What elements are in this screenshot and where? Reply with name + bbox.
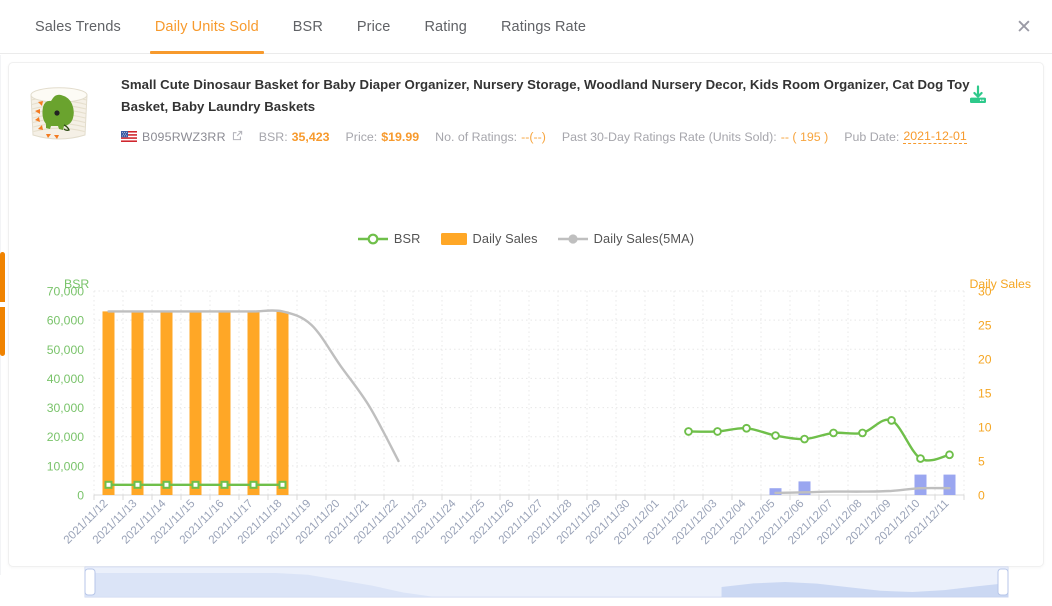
tab-daily-units-sold[interactable]: Daily Units Sold	[138, 0, 276, 54]
tab-label: Ratings Rate	[500, 19, 586, 35]
svg-text:60,000: 60,000	[47, 314, 84, 328]
chart-card: Small Cute Dinosaur Basket for Baby Diap…	[8, 62, 1044, 598]
vertical-scrollbar-thumb[interactable]	[0, 252, 5, 356]
close-icon[interactable]: ✕	[1010, 13, 1038, 41]
tab-price[interactable]: Price	[340, 0, 408, 54]
svg-text:30,000: 30,000	[47, 401, 84, 415]
legend-label: Daily Sales(5MA)	[593, 231, 695, 246]
product-header: Small Cute Dinosaur Basket for Baby Diap…	[19, 72, 997, 153]
svg-text:30: 30	[978, 285, 992, 299]
price-value: $19.99	[381, 129, 420, 144]
tab-label: Price	[356, 19, 391, 35]
tab-bsr[interactable]: BSR	[276, 0, 340, 54]
svg-text:15: 15	[978, 387, 992, 401]
legend-label: Daily Sales	[472, 231, 538, 246]
ratings-rate-value: -- ( 195 )	[780, 129, 829, 144]
product-meta-row: B095RWZ3RR BSR: 35,423 Price: $19.99 No.…	[121, 129, 997, 144]
product-thumbnail[interactable]	[19, 73, 99, 153]
svg-text:0: 0	[978, 489, 985, 503]
tab-label: BSR	[292, 19, 323, 35]
ratings-value: --(--)	[521, 129, 546, 144]
chart-legend: BSR Daily Sales Daily Sales(5MA)	[9, 231, 1043, 246]
asin-group[interactable]: B095RWZ3RR	[121, 130, 243, 144]
close-glyph: ✕	[1016, 16, 1032, 38]
external-link-icon[interactable]	[232, 130, 243, 144]
legend-bar-icon	[440, 232, 467, 246]
basket-dinosaur-image	[19, 73, 99, 153]
price-label: Price:	[345, 129, 378, 144]
pub-date-label: Pub Date:	[844, 129, 900, 144]
svg-text:5: 5	[978, 455, 985, 469]
tab-ratings-rate[interactable]: Ratings Rate	[484, 0, 603, 54]
legend-label: BSR	[393, 231, 421, 246]
legend-item-daily-sales[interactable]: Daily Sales	[440, 231, 538, 246]
pub-date-value[interactable]: 2021-12-01	[903, 129, 967, 144]
bsr-label: BSR:	[258, 129, 288, 144]
bsr-value: 35,423	[291, 129, 330, 144]
svg-text:10,000: 10,000	[47, 459, 84, 473]
svg-text:0: 0	[77, 489, 84, 503]
price-group: Price: $19.99	[346, 130, 420, 144]
bsr-group: BSR: 35,423	[259, 130, 330, 144]
tab-sales-trends[interactable]: Sales Trends	[18, 0, 138, 54]
svg-text:70,000: 70,000	[47, 285, 84, 299]
tab-label: Rating	[424, 19, 467, 35]
download-icon[interactable]	[967, 84, 989, 106]
svg-text:20: 20	[978, 353, 992, 367]
tab-list: Sales Trends Daily Units Sold BSR Price …	[0, 0, 1052, 54]
legend-line-dot-icon	[557, 233, 588, 245]
ratings-rate-label: Past 30-Day Ratings Rate (Units Sold):	[561, 129, 777, 144]
legend-item-bsr[interactable]: BSR	[357, 231, 421, 246]
svg-text:10: 10	[978, 421, 992, 435]
data-zoom-svg[interactable]	[79, 563, 1014, 601]
chart-area: BSR Daily Sales 0 10,000 20,000 30,000 40,00…	[9, 263, 1043, 563]
tab-label: Daily Units Sold	[154, 19, 259, 35]
legend-line-marker-icon	[357, 233, 388, 245]
legend-item-daily-sales-5ma[interactable]: Daily Sales(5MA)	[557, 231, 695, 246]
daily-units-sold-panel: Sales Trends Daily Units Sold BSR Price …	[0, 0, 1052, 598]
asin-value: B095RWZ3RR	[142, 129, 226, 144]
chart-data-zoom-slider[interactable]	[79, 563, 1014, 601]
product-title: Small Cute Dinosaur Basket for Baby Diap…	[121, 77, 970, 114]
pub-date-group: Pub Date: 2021-12-01	[844, 129, 967, 144]
tab-label: Sales Trends	[35, 19, 121, 35]
us-flag-icon	[121, 131, 137, 142]
tab-rating[interactable]: Rating	[407, 0, 484, 54]
ratings-group: No. of Ratings: --(--)	[435, 130, 546, 144]
svg-text:25: 25	[978, 319, 992, 333]
tab-bar: Sales Trends Daily Units Sold BSR Price …	[0, 0, 1052, 54]
ratings-rate-group: Past 30-Day Ratings Rate (Units Sold): -…	[562, 130, 828, 144]
svg-text:20,000: 20,000	[47, 430, 84, 444]
product-info: Small Cute Dinosaur Basket for Baby Diap…	[121, 74, 997, 144]
chart-plot[interactable]: 0 10,000 20,000 30,000 40,000 50,000 60,000 70,…	[9, 263, 1043, 563]
svg-text:50,000: 50,000	[47, 343, 84, 357]
ratings-label: No. of Ratings:	[435, 129, 518, 144]
svg-text:40,000: 40,000	[47, 372, 84, 386]
